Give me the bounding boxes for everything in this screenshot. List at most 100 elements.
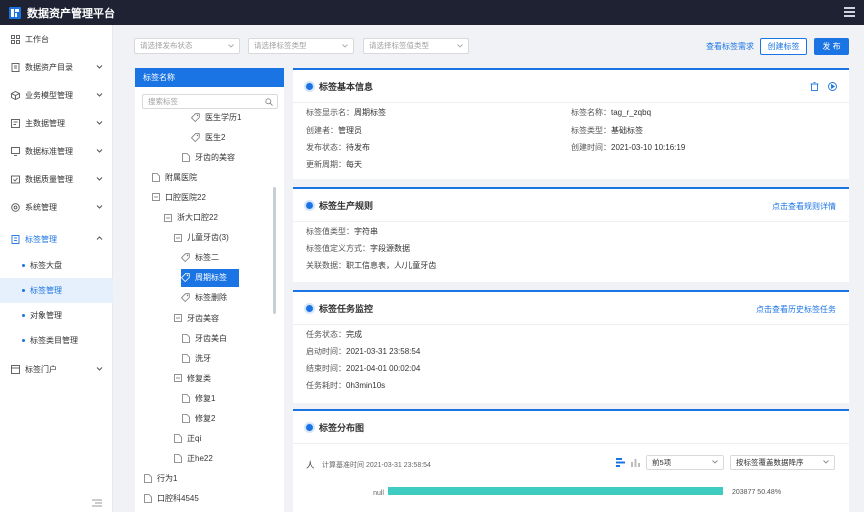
tag-name-field: 标签名称：tag_r_zqbq: [571, 107, 651, 118]
tree-node[interactable]: 浙大口腔22: [163, 209, 218, 227]
task-history-link[interactable]: 点击查看历史标签任务: [756, 304, 836, 315]
tree-node[interactable]: 医生学历1: [191, 108, 241, 126]
tree-search-placeholder: 搜索标签: [148, 97, 178, 106]
tree-node[interactable]: 牙齿美白: [181, 329, 227, 347]
tree-node[interactable]: 口腔医院22: [151, 188, 206, 206]
value-type-field: 标签值类型：字符串: [306, 226, 378, 237]
bar-mark[interactable]: [388, 487, 723, 495]
sidebar-item-label: 数据标准管理: [25, 146, 73, 156]
basic-info-title: 标签基本信息: [306, 80, 373, 93]
tree-node-label: 医生学历1: [205, 112, 242, 122]
menu-toggle-icon[interactable]: [844, 7, 855, 17]
value-type-select[interactable]: 请选择标签值类型: [363, 38, 469, 54]
tree-search-input[interactable]: 搜索标签: [142, 94, 278, 109]
sidebar: 工作台 数据资产目录 业务模型管理 主数据管理 数据标准管理 数据质量管理 系统…: [0, 25, 113, 512]
minus-square-icon[interactable]: [173, 314, 182, 323]
section-dot-icon: [306, 305, 313, 312]
tag-type-select-placeholder: 请选择标签类型: [254, 41, 307, 50]
tag-type-select[interactable]: 请选择标签类型: [248, 38, 354, 54]
publish-button[interactable]: 发 布: [814, 38, 849, 55]
sort-value: 按标签覆盖数据降序: [736, 458, 804, 467]
catalog-icon: [10, 62, 20, 72]
bullet-icon: [22, 289, 25, 292]
sidebar-item-data-standard[interactable]: 数据标准管理: [0, 137, 113, 165]
end-time-value: 2021-04-01 00:02:04: [346, 364, 421, 373]
bar-chart-vertical-icon[interactable]: [631, 458, 640, 469]
top-n-select[interactable]: 前5项: [646, 455, 724, 470]
task-state-key: 任务状态：: [306, 330, 346, 339]
card-divider: [293, 443, 849, 444]
tree-node[interactable]: 修复2: [181, 410, 215, 428]
tree-node-label: 标签删除: [195, 293, 227, 303]
tag-icon: [181, 253, 190, 263]
sidebar-item-master-data[interactable]: 主数据管理: [0, 109, 113, 137]
sidebar-subitem-label: 标签类目管理: [30, 336, 78, 345]
tree-node[interactable]: 修复类: [173, 369, 211, 387]
rules-detail-link[interactable]: 点击查看规则详情: [772, 201, 836, 212]
sidebar-item-business-model[interactable]: 业务模型管理: [0, 81, 113, 109]
bar-category-label: null: [373, 490, 384, 497]
basic-info-card: 标签基本信息 标签显示名：周期标签 标签名称：tag_r_zqbq 创建者：管理…: [293, 68, 849, 179]
minus-square-icon[interactable]: [151, 193, 160, 202]
section-dot-icon: [306, 202, 313, 209]
tree-node-label: 浙大口腔22: [177, 213, 218, 222]
minus-square-icon[interactable]: [163, 213, 172, 222]
tree-node[interactable]: 口腔科4545: [143, 490, 199, 508]
sidebar-item-tag-management[interactable]: 标签管理: [0, 225, 113, 253]
view-requests-link[interactable]: 查看标签需求: [706, 41, 754, 52]
sidebar-item-data-quality[interactable]: 数据质量管理: [0, 165, 113, 193]
chevron-down-icon: [96, 367, 103, 371]
sidebar-item-system[interactable]: 系统管理: [0, 193, 113, 221]
tree-node[interactable]: 医生2: [191, 128, 225, 146]
bar-chart-horizontal-icon[interactable]: [616, 458, 626, 469]
file-icon: [143, 474, 152, 484]
sidebar-subitem-object-manage[interactable]: 对象管理: [0, 303, 113, 328]
tree-node[interactable]: 行为1: [143, 470, 177, 488]
tree-node[interactable]: 正he22: [173, 450, 213, 468]
sidebar-item-label: 标签门户: [25, 364, 57, 374]
cube-icon: [10, 90, 20, 100]
publish-status-value: 待发布: [346, 143, 370, 152]
sidebar-item-tag-portal[interactable]: 标签门户: [0, 355, 113, 383]
sidebar-subitem-category-manage[interactable]: 标签类目管理: [0, 328, 113, 353]
tree-node-label: 正he22: [187, 454, 213, 464]
tree-scrollbar[interactable]: [273, 187, 276, 314]
tree-node[interactable]: 牙齿的美容: [181, 148, 235, 166]
portal-icon: [10, 364, 20, 374]
status-select[interactable]: 请选择发布状态: [134, 38, 240, 54]
sidebar-item-catalog[interactable]: 数据资产目录: [0, 53, 113, 81]
tree-node[interactable]: 牙齿美容: [173, 309, 219, 327]
tree-node[interactable]: 标签删除: [181, 289, 227, 307]
tree-node-label: 正qi: [187, 434, 202, 444]
minus-square-icon[interactable]: [173, 374, 182, 383]
monitor-title: 标签任务监控: [306, 302, 373, 315]
card-divider: [293, 324, 849, 325]
sidebar-item-workbench[interactable]: 工作台: [0, 25, 113, 53]
sidebar-item-label: 数据质量管理: [25, 174, 73, 184]
tree-node[interactable]: 附属医院: [151, 168, 197, 186]
minus-square-icon[interactable]: [173, 233, 182, 242]
chevron-down-icon: [96, 121, 103, 125]
play-icon[interactable]: [827, 81, 837, 91]
sort-select[interactable]: 按标签覆盖数据降序: [730, 455, 835, 470]
distribution-title-text: 标签分布图: [319, 423, 365, 433]
tree-node[interactable]: 修复1: [181, 389, 215, 407]
tag-type-field: 标签类型：基础标签: [571, 125, 643, 136]
sidebar-subitem-tag-manage[interactable]: 标签管理: [0, 278, 113, 303]
assoc-data-value: 职工信息表，人/儿童牙齿: [346, 261, 437, 270]
tree-node[interactable]: 正qi: [173, 430, 201, 448]
creator-key: 创建者：: [306, 126, 338, 135]
collapse-sidebar-icon[interactable]: [92, 499, 102, 507]
chevron-down-icon: [823, 460, 829, 464]
sidebar-subitem-tag-dashboard[interactable]: 标签大盘: [0, 253, 113, 278]
create-tag-button[interactable]: 创建标签: [760, 38, 807, 55]
tree-node[interactable]: 儿童牙齿(3): [173, 229, 229, 247]
tree-node-label: 牙齿美容: [187, 313, 219, 323]
tree-node[interactable]: 周期标签: [181, 268, 239, 287]
distribution-chart: null 203877 50.48%: [373, 487, 781, 497]
tree-node-label: 周期标签: [195, 273, 227, 283]
tree-node[interactable]: 标签二: [181, 249, 219, 267]
delete-icon[interactable]: [809, 81, 819, 91]
card-divider: [293, 221, 849, 222]
tree-node[interactable]: 洗牙: [181, 349, 211, 367]
